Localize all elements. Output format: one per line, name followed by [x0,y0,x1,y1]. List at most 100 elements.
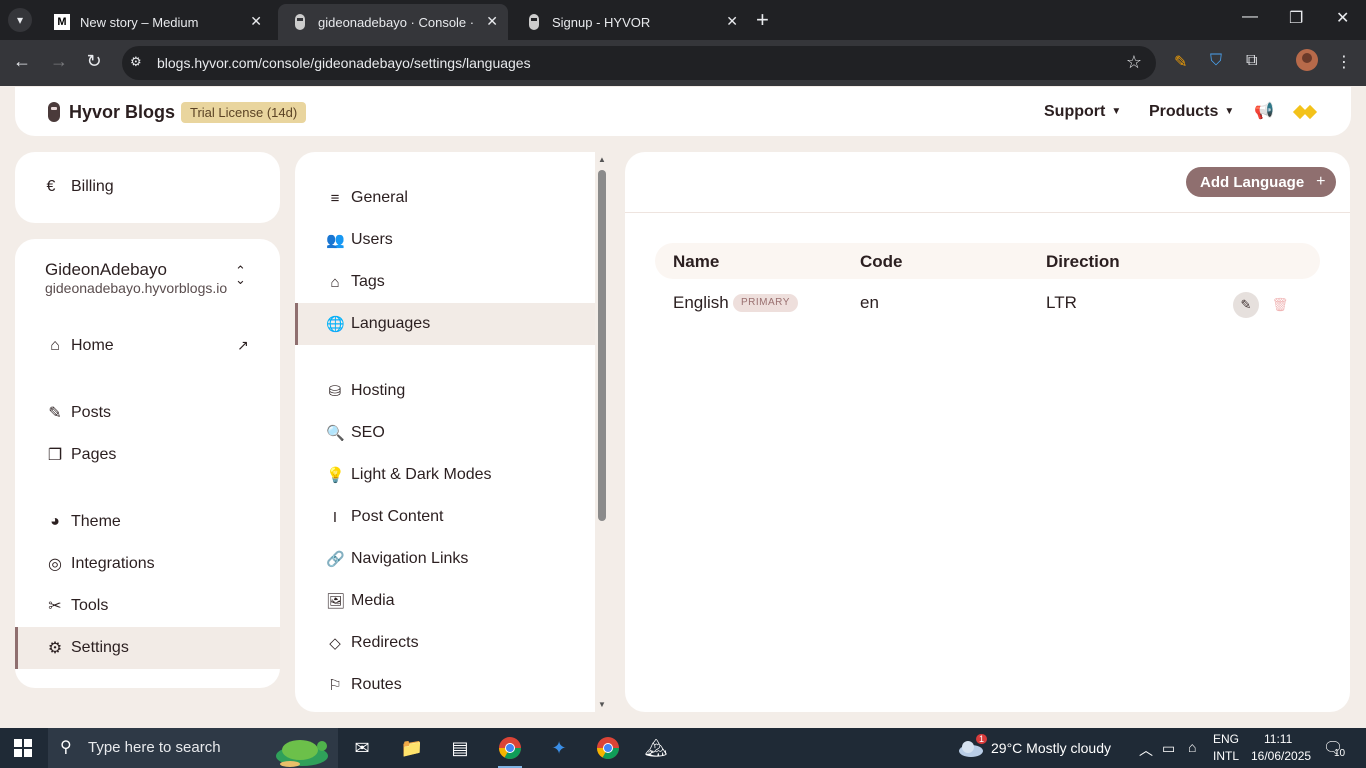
brand-name[interactable]: Hyvor Blogs [69,102,175,123]
add-language-button[interactable]: Add Language + [1186,167,1336,197]
sidebar-item-theme[interactable]: ◕ Theme [15,501,280,543]
external-link-icon[interactable]: ↗ [237,337,249,354]
sidebar-item-posts[interactable]: ✎ Posts [15,392,280,434]
sidebar-item-integrations[interactable]: ◎ Integrations [15,543,280,585]
workspace-switch-chevron-icon[interactable]: ⌃ ⌄ [235,264,246,286]
new-tab-button[interactable]: + [756,8,769,32]
settings-nav-users[interactable]: 👥 Users [295,219,595,261]
workspace-name[interactable]: GideonAdebayo [45,260,167,280]
settings-nav-general[interactable]: ≡ General [295,177,595,219]
sidebar-item-label: Theme [71,513,121,530]
bookmark-star-icon[interactable]: ☆ [1126,52,1142,73]
sidebar-item-label: Posts [71,404,112,421]
extension-shield-icon[interactable]: ⛉ [1210,52,1222,70]
taskbar-file-explorer-icon[interactable]: 📁 [396,734,428,762]
site-info-icon[interactable]: ⚙ [130,54,142,70]
language-indicator-line2[interactable]: INTL [1213,749,1239,763]
database-icon: ⛁ [328,383,342,400]
taskbar-mail-icon[interactable]: ✉ [346,734,378,762]
settings-nav-seo[interactable]: 🔍 SEO [295,412,595,454]
scroll-up-icon[interactable]: ▲ [596,155,608,164]
tag-icon: ⌂ [330,273,340,291]
settings-nav-label: Media [351,592,395,609]
browser-toolbar: ← → ↻ ⚙ blogs.hyvor.com/console/gideonad… [0,40,1366,86]
taskbar-search-box[interactable]: ⚲ Type here to search [48,728,338,768]
hyvor-favicon-icon [526,14,542,30]
address-bar[interactable]: ⚙ blogs.hyvor.com/console/gideonadebayo/… [122,46,1156,80]
settings-nav-media[interactable]: 🖼 Media [295,580,595,622]
announcements-megaphone-icon[interactable]: 📢 [1254,101,1274,121]
extensions-puzzle-icon[interactable]: ⧉ [1246,52,1257,70]
user-avatar[interactable] [1292,100,1319,124]
settings-nav-label: Routes [351,676,402,693]
battery-icon[interactable]: ▭ [1162,740,1175,757]
settings-nav-hosting[interactable]: ⛁ Hosting [295,370,595,412]
taskbar-chrome-icon[interactable] [494,734,526,768]
browser-menu-icon[interactable]: ⋮ [1336,52,1352,72]
column-header-name: Name [673,252,720,271]
back-icon[interactable]: ← [10,51,34,72]
url-text[interactable]: blogs.hyvor.com/console/gideonadebayo/se… [157,55,531,71]
taskbar-search-placeholder: Type here to search [88,739,221,756]
settings-nav-redirects[interactable]: ◇ Redirects [295,622,595,664]
weather-text[interactable]: 29°C Mostly cloudy [991,740,1111,756]
taskbar-chrome-profile-icon[interactable] [592,734,624,762]
sidebar-item-pages[interactable]: ❐ Pages [15,434,280,476]
close-tab-icon[interactable]: ✕ [486,13,498,30]
forward-icon[interactable]: → [47,51,71,72]
settings-nav-light-dark-modes[interactable]: 💡 Light & Dark Modes [295,454,595,496]
sidebar-item-label: Tools [71,597,109,614]
profile-avatar[interactable] [1296,49,1318,76]
support-menu[interactable]: Support ▼ [1044,103,1121,121]
caret-down-icon: ▼ [1111,106,1122,117]
sidebar-item-billing[interactable]: € Billing [15,166,280,208]
scroll-down-icon[interactable]: ▼ [596,700,608,709]
windows-taskbar: ⚲ Type here to search ✉ 📁 ▤ ✦ 🏔 1 29°C M… [0,728,1366,768]
close-tab-icon[interactable]: ✕ [726,13,738,30]
minimize-icon[interactable]: — [1242,8,1258,26]
restore-icon[interactable]: ❐ [1289,8,1303,28]
settings-nav-label: SEO [351,424,385,441]
settings-nav-tags[interactable]: ⌂ Tags [295,261,595,303]
close-window-icon[interactable]: ✕ [1336,8,1349,28]
palette-icon: ◕ [50,513,60,530]
medium-favicon-icon: M [54,14,70,30]
sidebar-item-tools[interactable]: ✂ Tools [15,585,280,627]
clock-time[interactable]: 11:11 [1264,732,1292,746]
delete-trash-icon[interactable]: 🗑 [1267,292,1293,318]
language-indicator-line1[interactable]: ENG [1213,732,1239,746]
clock-date[interactable]: 16/06/2025 [1251,749,1311,763]
settings-nav-languages[interactable]: 🌐 Languages [295,303,595,345]
sidebar-item-home[interactable]: ⌂ Home ↗ [15,325,280,367]
plus-icon: + [1316,173,1326,190]
settings-nav-scrollbar[interactable]: ▲ ▼ [596,153,608,711]
windows-start-icon[interactable] [14,739,32,757]
languages-panel: Add Language + Name Code Direction Engli… [625,152,1350,712]
settings-nav-label: Languages [351,315,431,332]
support-menu-label: Support [1044,103,1106,120]
sidebar-item-settings[interactable]: ⚙ Settings [15,627,280,669]
products-menu[interactable]: Products ▼ [1149,103,1234,121]
languages-table-header: Name Code Direction [655,243,1320,279]
browser-tab-medium[interactable]: M New story – Medium ✕ [40,4,272,40]
scrollbar-thumb[interactable] [598,170,606,521]
extension-pen-icon[interactable]: ✎ [1174,52,1187,72]
edit-pencil-icon[interactable]: ✎ [1233,292,1259,318]
network-icon[interactable]: ⌂ [1188,739,1196,755]
reload-icon[interactable]: ↻ [82,51,106,72]
trial-license-badge[interactable]: Trial License (14d) [181,102,307,123]
tab-search-button[interactable]: ▾ [8,8,32,32]
divider [625,212,1350,213]
browser-tab-signup[interactable]: Signup - HYVOR ✕ [512,4,748,40]
taskbar-app-icon[interactable]: ▤ [444,734,476,762]
link-icon: 🔗 [326,551,345,568]
settings-nav-post-content[interactable]: I Post Content [295,496,595,538]
taskbar-app-blue-icon[interactable]: ✦ [543,734,575,762]
taskbar-photos-icon[interactable]: 🏔 [640,734,672,762]
close-tab-icon[interactable]: ✕ [250,13,262,30]
settings-nav-navigation-links[interactable]: 🔗 Navigation Links [295,538,595,580]
show-hidden-icons-chevron-icon[interactable]: ︿ [1139,740,1153,760]
hyvor-logo-icon[interactable] [48,102,60,122]
settings-nav-routes[interactable]: ⚐ Routes [295,664,595,706]
browser-tab-hyvor-console[interactable]: gideonadebayo · Console · Hyvor ✕ [278,4,508,40]
